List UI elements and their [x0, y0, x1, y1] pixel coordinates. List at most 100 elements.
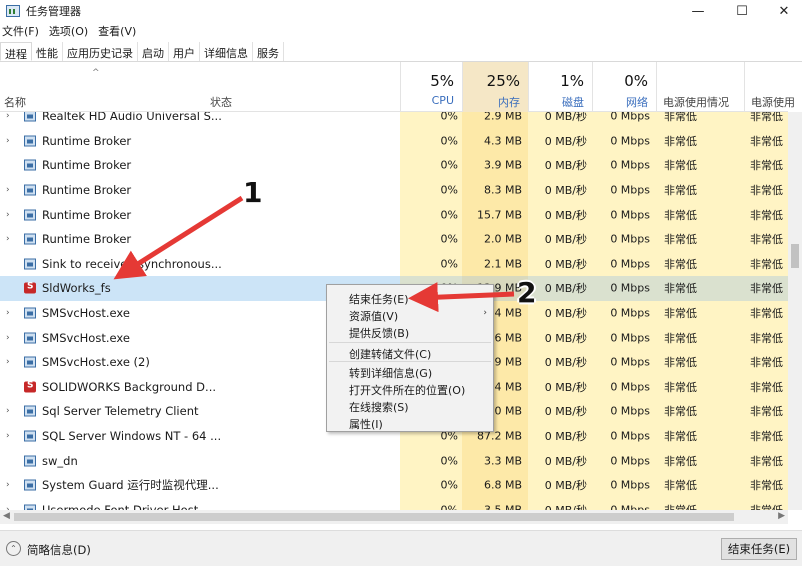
header-name[interactable]: 名称 — [4, 94, 26, 110]
disk-value: 0 MB/秒 — [544, 233, 587, 247]
tab-performance[interactable]: 性能 — [32, 42, 63, 61]
process-row[interactable]: › System Guard 运行时监视代理... 0% 6.8 MB 0 MB/秒 0 … — [0, 473, 788, 498]
power-trend-value: 非常低 — [750, 282, 783, 296]
expand-chevron-icon[interactable]: › — [6, 308, 10, 318]
disk-value: 0 MB/秒 — [544, 184, 587, 198]
power-trend-value: 非常低 — [750, 380, 783, 394]
end-task-button[interactable]: 结束任务(E) — [721, 538, 797, 560]
disk-value: 0 MB/秒 — [544, 356, 587, 370]
expand-chevron-icon[interactable]: › — [6, 136, 10, 146]
ctx-create-dump[interactable]: 创建转储文件(C) — [349, 346, 431, 362]
network-label: 网络 — [626, 96, 648, 109]
power-trend-value: 非常低 — [750, 134, 783, 148]
power-trend-value: 非常低 — [750, 331, 783, 345]
ctx-properties[interactable]: 属性(I) — [349, 416, 383, 432]
scroll-right-icon[interactable]: ▶ — [778, 511, 785, 521]
ctx-go-to-details[interactable]: 转到详细信息(G) — [349, 365, 432, 381]
tab-details[interactable]: 详细信息 — [200, 42, 253, 61]
power-trend-value: 非常低 — [750, 454, 783, 468]
disk-value: 0 MB/秒 — [544, 112, 587, 124]
ctx-resource-values[interactable]: 资源值(V) — [349, 308, 398, 324]
power-value: 非常低 — [664, 307, 697, 321]
cpu-value: 0% — [440, 503, 458, 510]
process-window-icon — [24, 258, 36, 270]
disk-value: 0 MB/秒 — [545, 502, 587, 510]
expand-chevron-icon[interactable]: › — [6, 406, 10, 416]
menu-file[interactable]: 文件(F) — [0, 23, 41, 39]
annotation-number-2: 2 — [517, 276, 537, 309]
ctx-open-file-location[interactable]: 打开文件所在的位置(O) — [349, 382, 465, 398]
expand-chevron-icon[interactable]: › — [6, 112, 10, 121]
process-row[interactable]: ›Usermode Font Driver Host0%3.5 MB0 MB/秒… — [0, 498, 788, 510]
process-name: sw_dn — [42, 453, 78, 468]
ctx-feedback[interactable]: 提供反馈(B) — [349, 325, 409, 341]
power-value: 非常低 — [664, 405, 697, 419]
expand-chevron-icon[interactable]: › — [6, 431, 10, 441]
expand-chevron-icon[interactable]: › — [6, 185, 10, 195]
ctx-end-task[interactable]: 结束任务(E) — [349, 291, 409, 307]
expand-chevron-icon[interactable]: › — [6, 333, 10, 343]
header-power-trend[interactable]: 电源使用情 — [744, 62, 802, 125]
tab-bar: 进程 性能 应用历史记录 启动 用户 详细信息 服务 — [0, 42, 802, 62]
process-window-icon — [24, 479, 36, 491]
horizontal-scrollbar[interactable]: ◀ ▶ — [0, 510, 788, 524]
network-value: 0 Mbps — [610, 355, 650, 369]
process-row[interactable]: Runtime Broker 0% 3.9 MB 0 MB/秒 0 Mbps 非常低 非常低 — [0, 153, 788, 178]
power-value: 非常低 — [664, 233, 697, 247]
header-power[interactable]: 电源使用情况 — [656, 62, 744, 112]
header-cpu[interactable]: 5% CPU — [400, 62, 462, 112]
header-disk[interactable]: 1% 磁盘 — [528, 62, 592, 112]
disk-value: 0 MB/秒 — [544, 208, 587, 222]
process-row[interactable]: › Runtime Broker 0% 8.3 MB 0 MB/秒 0 Mbps 非常低 非常… — [0, 178, 788, 203]
close-button[interactable]: ✕ — [766, 0, 802, 22]
process-row[interactable]: › Runtime Broker 0% 4.3 MB 0 MB/秒 0 Mbps 非常低 非常… — [0, 129, 788, 154]
power-trend-value: 非常低 — [750, 112, 783, 124]
expand-chevron-icon[interactable]: › — [6, 357, 10, 367]
header-network[interactable]: 0% 网络 — [592, 62, 656, 112]
process-row[interactable]: sw_dn 0% 3.3 MB 0 MB/秒 0 Mbps 非常低 非常低 — [0, 448, 788, 473]
disk-value: 0 MB/秒 — [544, 257, 587, 271]
header-memory[interactable]: 25% 内存 — [462, 62, 528, 112]
process-name: Runtime Broker — [42, 207, 132, 222]
horizontal-scroll-thumb[interactable] — [14, 513, 734, 521]
memory-value: 15.7 MB — [476, 208, 522, 222]
menu-options[interactable]: 选项(O) — [47, 23, 90, 39]
power-value: 非常低 — [664, 257, 697, 271]
tab-users[interactable]: 用户 — [169, 42, 200, 61]
process-row[interactable]: › Runtime Broker 0% 2.0 MB 0 MB/秒 0 Mbps 非常低 非常… — [0, 227, 788, 252]
cpu-value: 0% — [440, 478, 458, 492]
network-value: 0 Mbps — [610, 478, 650, 492]
expand-chevron-icon[interactable]: › — [6, 480, 10, 490]
scroll-left-icon[interactable]: ◀ — [3, 511, 10, 521]
cpu-value: 0% — [440, 112, 458, 123]
process-row[interactable]: › Runtime Broker 0% 15.7 MB 0 MB/秒 0 Mbps 非常低 非… — [0, 202, 788, 227]
disk-value: 0 MB/秒 — [544, 479, 587, 493]
header-status[interactable]: 状态 — [210, 94, 232, 110]
disk-value: 0 MB/秒 — [544, 134, 587, 148]
process-name: SMSvcHost.exe — [42, 330, 130, 345]
process-row[interactable]: › Realtek HD Audio Universal S... 0% 2.9 MB… — [0, 112, 788, 129]
vertical-scroll-thumb[interactable] — [791, 244, 799, 268]
minimize-button[interactable]: — — [680, 0, 716, 22]
power-value: 非常低 — [664, 430, 697, 444]
tab-services[interactable]: 服务 — [253, 42, 284, 61]
expand-chevron-icon[interactable]: › — [6, 234, 10, 244]
maximize-button[interactable]: ☐ — [724, 0, 760, 22]
process-row[interactable]: Sink to receive asynchronous... 0% 2.1 MB 0… — [0, 252, 788, 277]
fewer-details-link[interactable]: 简略信息(D) — [27, 542, 91, 558]
annotation-number-1: 1 — [243, 176, 263, 209]
title-bar: 任务管理器 — ☐ ✕ — [0, 0, 802, 22]
tab-startup[interactable]: 启动 — [138, 42, 169, 61]
process-name: Runtime Broker — [42, 158, 132, 173]
process-name: Sink to receive asynchronous... — [42, 256, 222, 271]
tab-processes[interactable]: 进程 — [0, 42, 32, 61]
tab-app-history[interactable]: 应用历史记录 — [63, 42, 138, 61]
power-trend-value: 非常低 — [750, 208, 783, 222]
ctx-search-online[interactable]: 在线搜索(S) — [349, 399, 409, 415]
disk-value: 0 MB/秒 — [544, 331, 587, 345]
vertical-scrollbar[interactable] — [788, 112, 802, 510]
expand-chevron-icon[interactable]: › — [6, 210, 10, 220]
menu-view[interactable]: 查看(V) — [96, 23, 138, 39]
collapse-up-icon[interactable]: ⌃ — [6, 541, 21, 556]
process-name: SMSvcHost.exe (2) — [42, 355, 150, 370]
